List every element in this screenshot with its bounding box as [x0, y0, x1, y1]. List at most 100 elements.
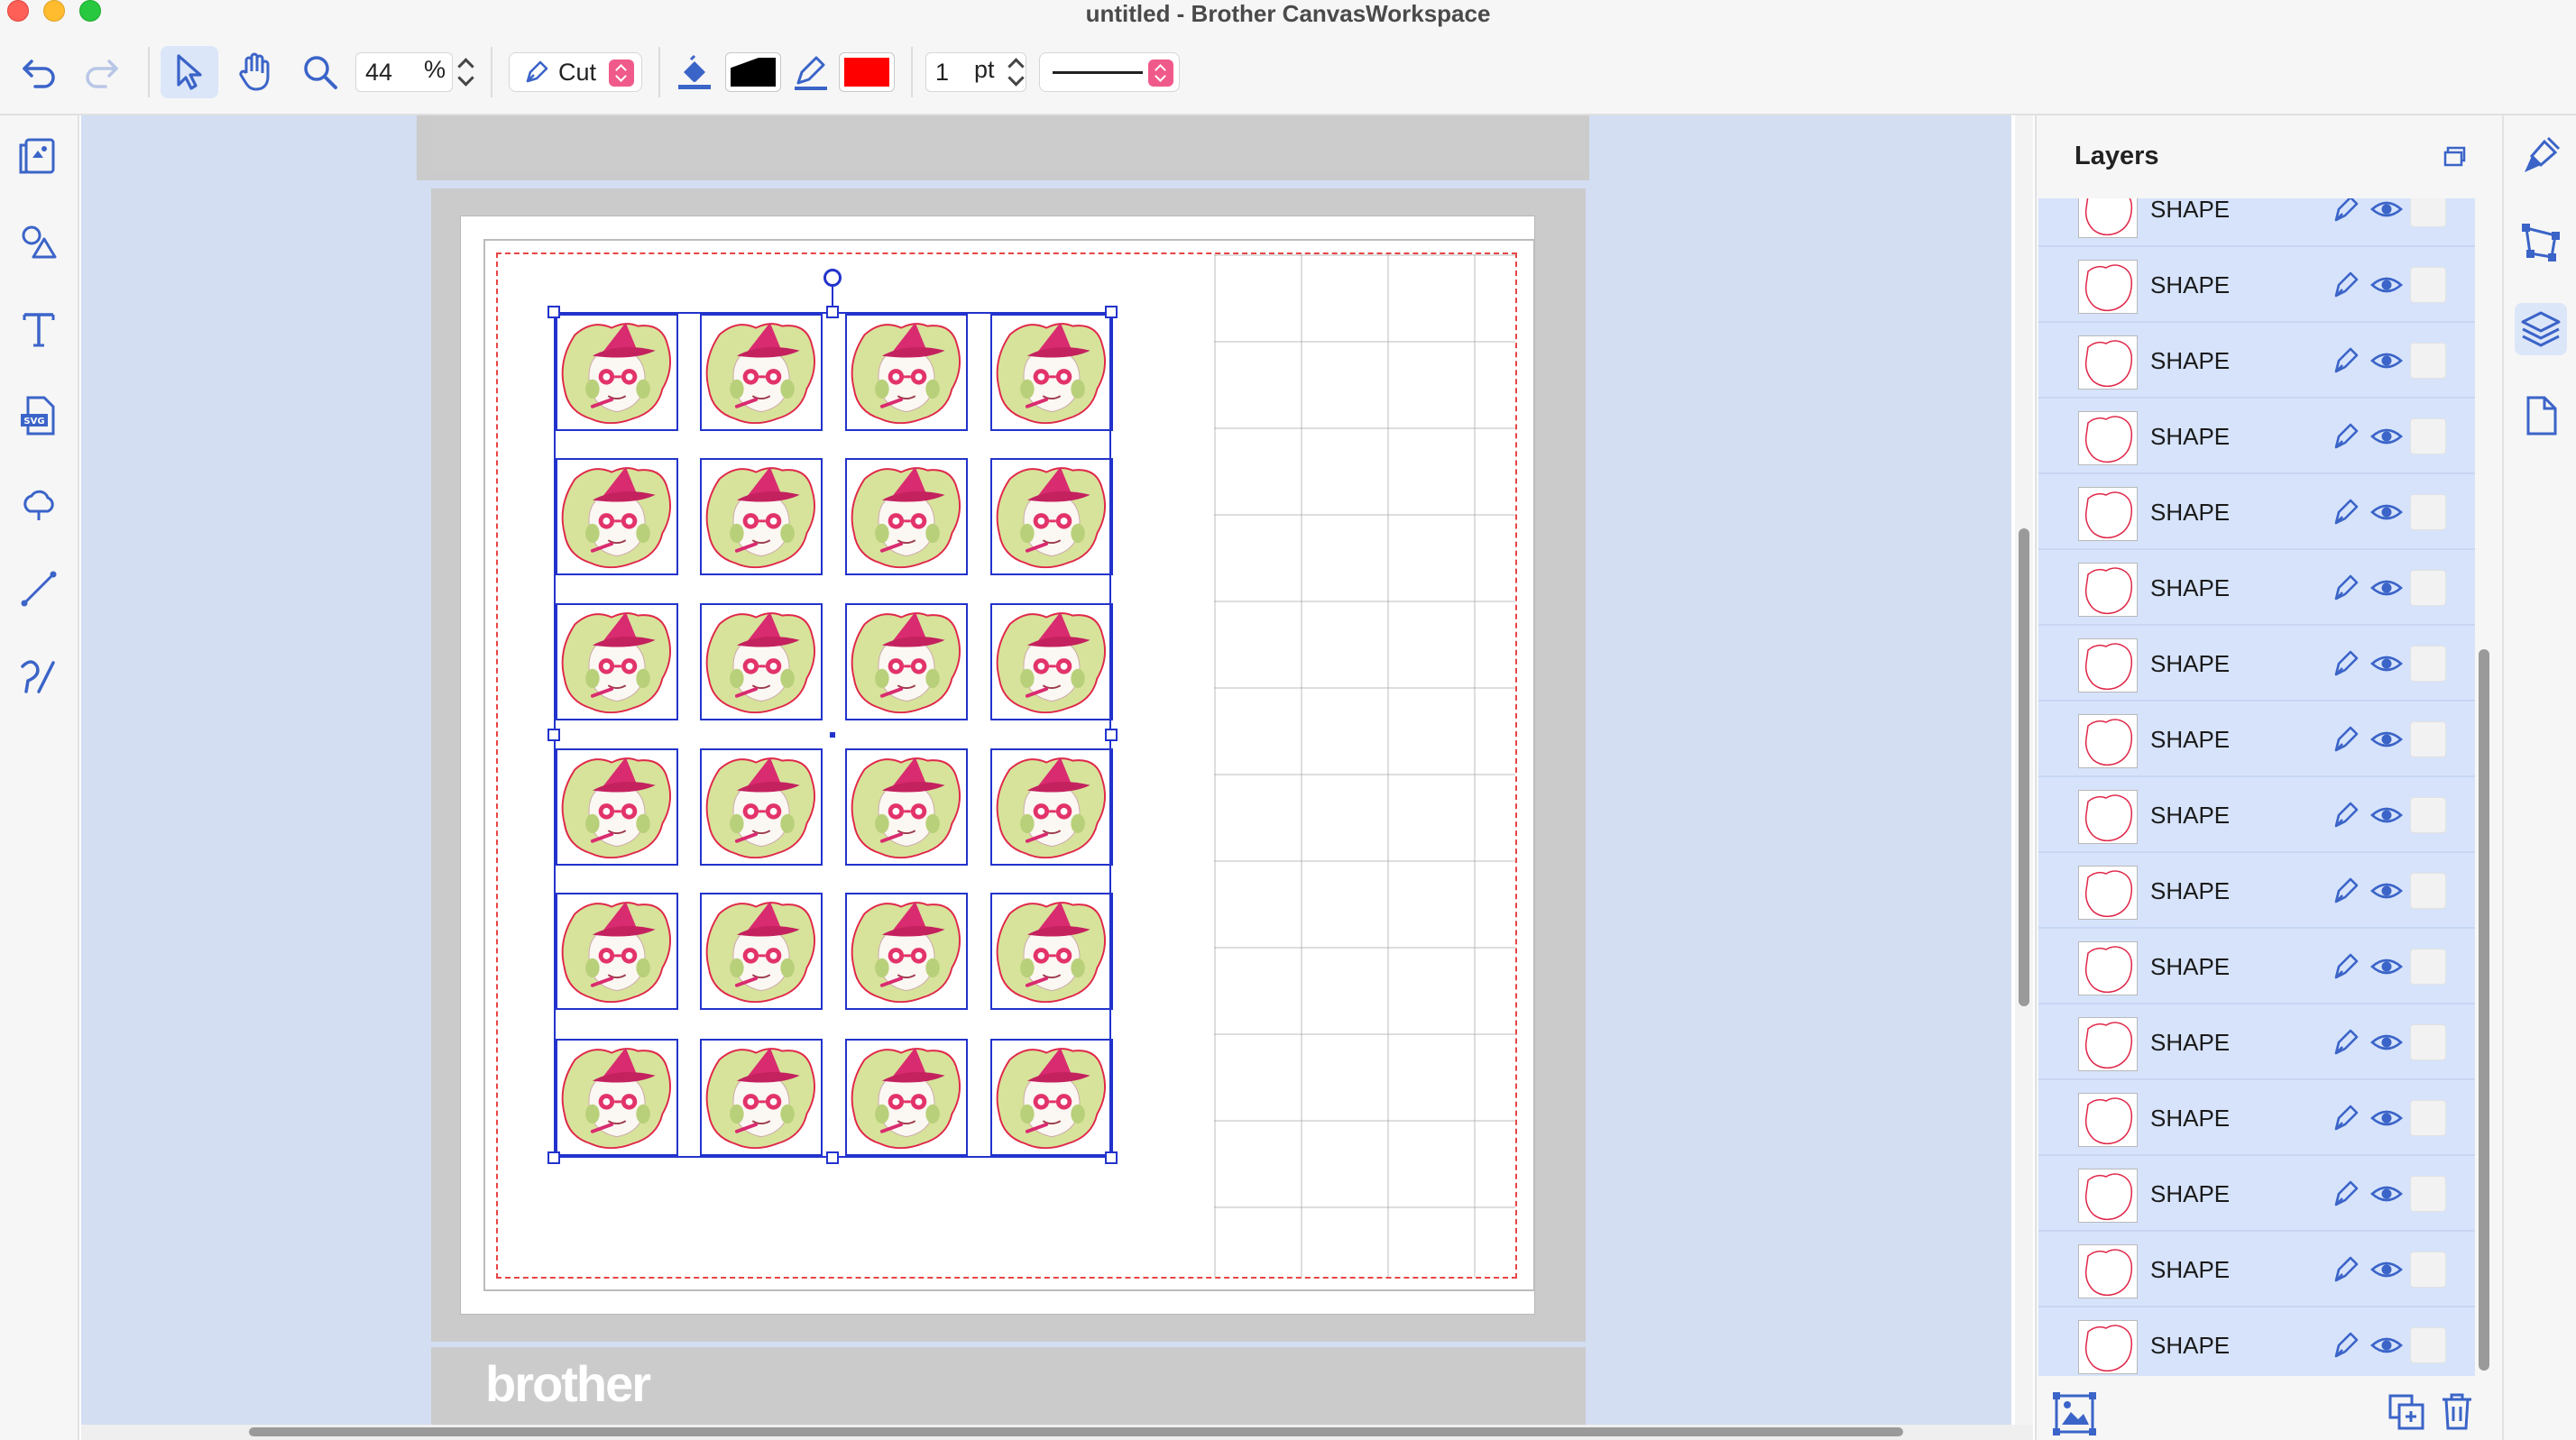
layer-cut-pen-icon[interactable]	[2327, 494, 2363, 530]
mode-popup-button[interactable]: Cut	[509, 52, 642, 92]
layer-lock-toggle[interactable]	[2410, 1252, 2446, 1288]
layer-lock-toggle[interactable]	[2410, 949, 2446, 985]
layer-visibility-eye-icon[interactable]	[2369, 198, 2405, 225]
layer-row[interactable]: SHAPE	[2038, 474, 2475, 550]
layer-row[interactable]: SHAPE	[2038, 198, 2475, 247]
layer-cut-pen-icon[interactable]	[2327, 1024, 2363, 1060]
panel-detach-icon[interactable]	[2443, 144, 2468, 170]
layer-visibility-eye-icon[interactable]	[2369, 269, 2405, 301]
layer-lock-toggle[interactable]	[2410, 1176, 2446, 1212]
layer-row[interactable]: SHAPE	[2038, 1232, 2475, 1307]
object-transform-button[interactable]	[2515, 216, 2567, 269]
layer-cut-pen-icon[interactable]	[2327, 949, 2363, 985]
layer-row[interactable]: SHAPE	[2038, 323, 2475, 399]
layer-visibility-eye-icon[interactable]	[2369, 647, 2405, 680]
layer-cut-pen-icon[interactable]	[2327, 797, 2363, 833]
select-tool-button[interactable]	[161, 46, 218, 98]
layer-visibility-eye-icon[interactable]	[2369, 1253, 2405, 1286]
layer-lock-toggle[interactable]	[2410, 1100, 2446, 1136]
horizontal-scroll-thumb[interactable]	[249, 1427, 1903, 1436]
line-tool-button[interactable]	[13, 563, 65, 615]
layer-cut-pen-icon[interactable]	[2327, 418, 2363, 454]
layer-visibility-eye-icon[interactable]	[2369, 1026, 2405, 1059]
layer-lock-toggle[interactable]	[2410, 1327, 2446, 1363]
layer-cut-pen-icon[interactable]	[2327, 646, 2363, 682]
layer-row[interactable]: SHAPE	[2038, 1307, 2475, 1376]
vertical-scroll-thumb[interactable]	[2019, 528, 2029, 1006]
workspace-vertical-scrollbar[interactable]	[2015, 115, 2033, 1425]
workspace-horizontal-scrollbar[interactable]	[81, 1425, 2033, 1440]
layer-lock-toggle[interactable]	[2410, 418, 2446, 454]
layer-visibility-eye-icon[interactable]	[2369, 496, 2405, 528]
resize-handle-n[interactable]	[826, 306, 839, 318]
layer-cut-pen-icon[interactable]	[2327, 721, 2363, 757]
patterns-button[interactable]	[13, 476, 65, 528]
layer-cut-pen-icon[interactable]	[2327, 343, 2363, 379]
layer-lock-toggle[interactable]	[2410, 570, 2446, 606]
layer-row[interactable]: SHAPE	[2038, 929, 2475, 1004]
layer-lock-toggle[interactable]	[2410, 267, 2446, 303]
hand-tool-button[interactable]	[229, 46, 281, 98]
layer-row[interactable]: SHAPE	[2038, 702, 2475, 777]
resize-handle-ne[interactable]	[1105, 306, 1118, 318]
layer-row[interactable]: SHAPE	[2038, 247, 2475, 323]
layer-visibility-eye-icon[interactable]	[2369, 950, 2405, 983]
zoom-tool-button[interactable]	[294, 46, 346, 98]
resize-handle-s[interactable]	[826, 1151, 839, 1164]
page-settings-button[interactable]	[2515, 390, 2567, 442]
layer-lock-toggle[interactable]	[2410, 646, 2446, 682]
layer-row[interactable]: SHAPE	[2038, 777, 2475, 853]
layer-visibility-eye-icon[interactable]	[2369, 1178, 2405, 1210]
line-color-button[interactable]	[788, 46, 833, 98]
edit-tools-button[interactable]	[2515, 130, 2567, 182]
layers-scrollbar[interactable]	[2477, 198, 2491, 1376]
svg-import-button[interactable]: SVG	[13, 390, 65, 442]
layer-lock-toggle[interactable]	[2410, 797, 2446, 833]
rotation-handle[interactable]	[823, 269, 842, 287]
layer-cut-pen-icon[interactable]	[2327, 1100, 2363, 1136]
layer-row[interactable]: SHAPE	[2038, 1156, 2475, 1232]
line-color-swatch[interactable]	[839, 52, 895, 92]
layer-lock-toggle[interactable]	[2410, 721, 2446, 757]
layer-lock-toggle[interactable]	[2410, 873, 2446, 909]
layer-row[interactable]: SHAPE	[2038, 1004, 2475, 1080]
freehand-button[interactable]	[13, 649, 65, 702]
fill-color-button[interactable]	[669, 46, 720, 98]
layer-row[interactable]: SHAPE	[2038, 1080, 2475, 1156]
layer-row[interactable]: SHAPE	[2038, 550, 2475, 626]
layer-cut-pen-icon[interactable]	[2327, 873, 2363, 909]
layer-row[interactable]: SHAPE	[2038, 853, 2475, 929]
layer-cut-pen-icon[interactable]	[2327, 1176, 2363, 1212]
resize-handle-sw[interactable]	[547, 1151, 560, 1164]
duplicate-layer-icon[interactable]	[2387, 1392, 2426, 1432]
shapes-button[interactable]	[13, 216, 65, 269]
layer-cut-pen-icon[interactable]	[2327, 198, 2363, 227]
layers-list[interactable]: SHAPE SHAPE SHAPE SHAPE SHAPE SHAPE SHAPE SHAPE…	[2038, 198, 2475, 1376]
layer-image-trace-icon[interactable]	[2053, 1392, 2096, 1435]
layer-cut-pen-icon[interactable]	[2327, 1327, 2363, 1363]
zoom-stepper[interactable]	[456, 52, 474, 92]
resize-handle-nw[interactable]	[547, 306, 560, 318]
layer-row[interactable]: SHAPE	[2038, 626, 2475, 702]
layers-scroll-thumb[interactable]	[2479, 649, 2489, 1371]
layer-lock-toggle[interactable]	[2410, 343, 2446, 379]
layer-cut-pen-icon[interactable]	[2327, 570, 2363, 606]
text-button[interactable]	[13, 303, 65, 355]
layer-visibility-eye-icon[interactable]	[2369, 344, 2405, 377]
resize-handle-se[interactable]	[1105, 1151, 1118, 1164]
resize-handle-e[interactable]	[1105, 729, 1118, 741]
fill-color-swatch[interactable]	[725, 52, 781, 92]
delete-layer-icon[interactable]	[2439, 1390, 2475, 1432]
layer-cut-pen-icon[interactable]	[2327, 267, 2363, 303]
resize-handle-w[interactable]	[547, 729, 560, 741]
layer-cut-pen-icon[interactable]	[2327, 1252, 2363, 1288]
layers-button[interactable]	[2515, 303, 2567, 355]
layer-lock-toggle[interactable]	[2410, 494, 2446, 530]
page-templates-button[interactable]	[13, 130, 65, 182]
layer-visibility-eye-icon[interactable]	[2369, 799, 2405, 831]
layer-lock-toggle[interactable]	[2410, 198, 2446, 227]
layer-visibility-eye-icon[interactable]	[2369, 572, 2405, 604]
layer-visibility-eye-icon[interactable]	[2369, 1329, 2405, 1362]
undo-button[interactable]	[13, 46, 65, 98]
layer-visibility-eye-icon[interactable]	[2369, 1102, 2405, 1134]
